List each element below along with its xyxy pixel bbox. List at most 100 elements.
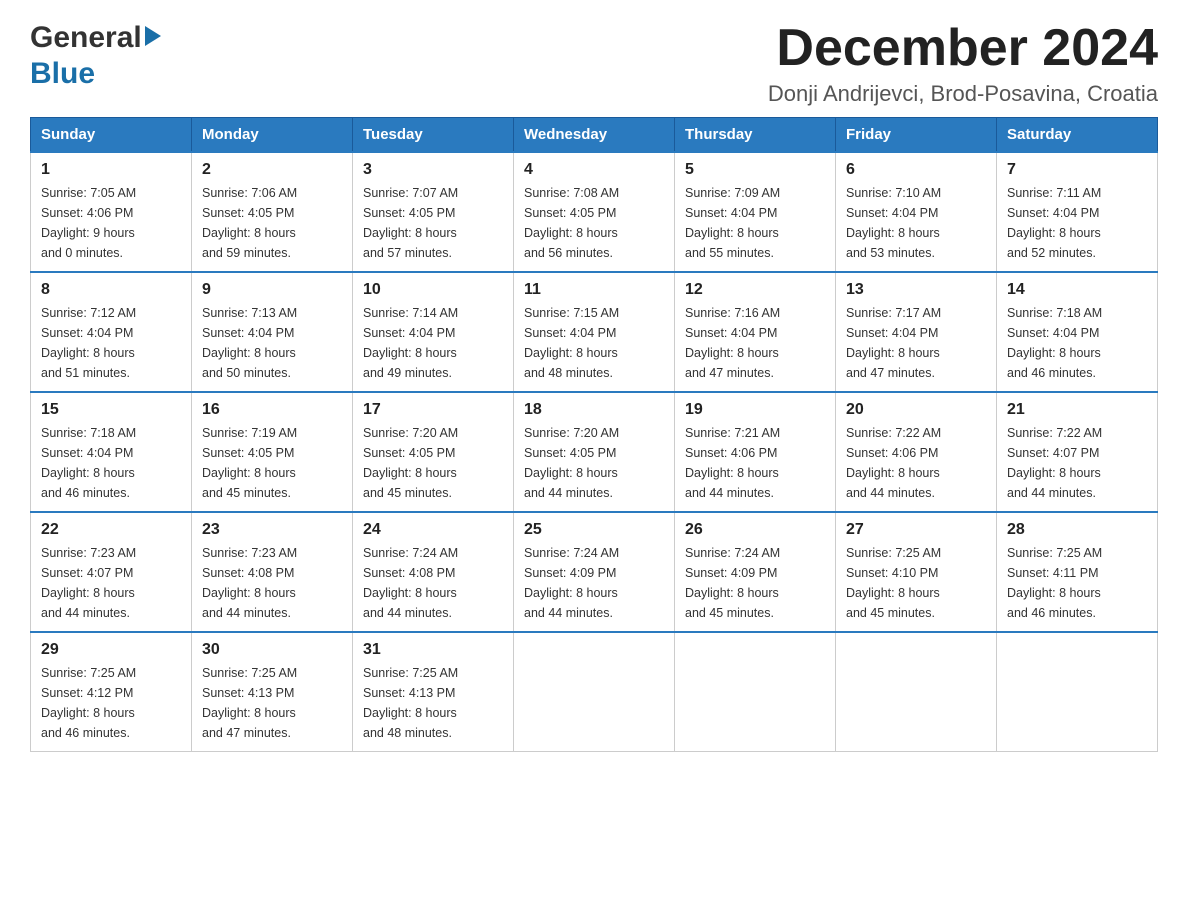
day-number: 4 bbox=[524, 161, 664, 179]
calendar-cell: 26 Sunrise: 7:24 AMSunset: 4:09 PMDaylig… bbox=[675, 512, 836, 632]
calendar-week-row: 22 Sunrise: 7:23 AMSunset: 4:07 PMDaylig… bbox=[31, 512, 1158, 632]
calendar-cell: 9 Sunrise: 7:13 AMSunset: 4:04 PMDayligh… bbox=[192, 272, 353, 392]
day-number: 17 bbox=[363, 401, 503, 419]
day-info: Sunrise: 7:20 AMSunset: 4:05 PMDaylight:… bbox=[363, 423, 503, 503]
logo-general-text: General bbox=[30, 20, 142, 56]
day-info: Sunrise: 7:23 AMSunset: 4:07 PMDaylight:… bbox=[41, 543, 181, 623]
day-number: 8 bbox=[41, 281, 181, 299]
day-info: Sunrise: 7:24 AMSunset: 4:09 PMDaylight:… bbox=[685, 543, 825, 623]
day-number: 14 bbox=[1007, 281, 1147, 299]
calendar-cell: 28 Sunrise: 7:25 AMSunset: 4:11 PMDaylig… bbox=[997, 512, 1158, 632]
calendar-cell bbox=[514, 632, 675, 752]
calendar-cell: 29 Sunrise: 7:25 AMSunset: 4:12 PMDaylig… bbox=[31, 632, 192, 752]
day-info: Sunrise: 7:17 AMSunset: 4:04 PMDaylight:… bbox=[846, 303, 986, 383]
calendar-cell: 3 Sunrise: 7:07 AMSunset: 4:05 PMDayligh… bbox=[353, 152, 514, 272]
logo: General Blue bbox=[30, 20, 161, 92]
calendar-cell: 25 Sunrise: 7:24 AMSunset: 4:09 PMDaylig… bbox=[514, 512, 675, 632]
calendar-header-row: SundayMondayTuesdayWednesdayThursdayFrid… bbox=[31, 118, 1158, 153]
day-number: 29 bbox=[41, 641, 181, 659]
day-number: 30 bbox=[202, 641, 342, 659]
calendar-cell: 30 Sunrise: 7:25 AMSunset: 4:13 PMDaylig… bbox=[192, 632, 353, 752]
calendar-cell bbox=[836, 632, 997, 752]
logo-triangle-icon bbox=[145, 26, 161, 46]
title-section: December 2024 Donji Andrijevci, Brod-Pos… bbox=[768, 20, 1158, 107]
day-info: Sunrise: 7:08 AMSunset: 4:05 PMDaylight:… bbox=[524, 183, 664, 263]
calendar-cell: 23 Sunrise: 7:23 AMSunset: 4:08 PMDaylig… bbox=[192, 512, 353, 632]
location-title: Donji Andrijevci, Brod-Posavina, Croatia bbox=[768, 81, 1158, 107]
day-info: Sunrise: 7:25 AMSunset: 4:12 PMDaylight:… bbox=[41, 663, 181, 743]
day-info: Sunrise: 7:22 AMSunset: 4:06 PMDaylight:… bbox=[846, 423, 986, 503]
logo-blue-text: Blue bbox=[30, 56, 161, 92]
day-info: Sunrise: 7:23 AMSunset: 4:08 PMDaylight:… bbox=[202, 543, 342, 623]
calendar-cell: 6 Sunrise: 7:10 AMSunset: 4:04 PMDayligh… bbox=[836, 152, 997, 272]
day-number: 5 bbox=[685, 161, 825, 179]
day-number: 19 bbox=[685, 401, 825, 419]
day-info: Sunrise: 7:18 AMSunset: 4:04 PMDaylight:… bbox=[1007, 303, 1147, 383]
month-title: December 2024 bbox=[768, 20, 1158, 77]
calendar-cell: 4 Sunrise: 7:08 AMSunset: 4:05 PMDayligh… bbox=[514, 152, 675, 272]
day-number: 18 bbox=[524, 401, 664, 419]
day-number: 9 bbox=[202, 281, 342, 299]
calendar-header-tuesday: Tuesday bbox=[353, 118, 514, 153]
day-info: Sunrise: 7:20 AMSunset: 4:05 PMDaylight:… bbox=[524, 423, 664, 503]
calendar-cell: 15 Sunrise: 7:18 AMSunset: 4:04 PMDaylig… bbox=[31, 392, 192, 512]
day-info: Sunrise: 7:11 AMSunset: 4:04 PMDaylight:… bbox=[1007, 183, 1147, 263]
calendar-cell: 27 Sunrise: 7:25 AMSunset: 4:10 PMDaylig… bbox=[836, 512, 997, 632]
calendar-cell: 18 Sunrise: 7:20 AMSunset: 4:05 PMDaylig… bbox=[514, 392, 675, 512]
day-number: 23 bbox=[202, 521, 342, 539]
calendar-week-row: 1 Sunrise: 7:05 AMSunset: 4:06 PMDayligh… bbox=[31, 152, 1158, 272]
day-info: Sunrise: 7:14 AMSunset: 4:04 PMDaylight:… bbox=[363, 303, 503, 383]
day-number: 1 bbox=[41, 161, 181, 179]
calendar-header-monday: Monday bbox=[192, 118, 353, 153]
calendar-cell bbox=[997, 632, 1158, 752]
calendar-cell: 17 Sunrise: 7:20 AMSunset: 4:05 PMDaylig… bbox=[353, 392, 514, 512]
day-info: Sunrise: 7:21 AMSunset: 4:06 PMDaylight:… bbox=[685, 423, 825, 503]
day-number: 7 bbox=[1007, 161, 1147, 179]
calendar-header-sunday: Sunday bbox=[31, 118, 192, 153]
calendar-cell: 7 Sunrise: 7:11 AMSunset: 4:04 PMDayligh… bbox=[997, 152, 1158, 272]
day-info: Sunrise: 7:19 AMSunset: 4:05 PMDaylight:… bbox=[202, 423, 342, 503]
calendar-table: SundayMondayTuesdayWednesdayThursdayFrid… bbox=[30, 117, 1158, 752]
day-number: 16 bbox=[202, 401, 342, 419]
calendar-cell: 20 Sunrise: 7:22 AMSunset: 4:06 PMDaylig… bbox=[836, 392, 997, 512]
day-info: Sunrise: 7:18 AMSunset: 4:04 PMDaylight:… bbox=[41, 423, 181, 503]
calendar-header-saturday: Saturday bbox=[997, 118, 1158, 153]
day-info: Sunrise: 7:25 AMSunset: 4:13 PMDaylight:… bbox=[363, 663, 503, 743]
calendar-cell: 8 Sunrise: 7:12 AMSunset: 4:04 PMDayligh… bbox=[31, 272, 192, 392]
day-info: Sunrise: 7:06 AMSunset: 4:05 PMDaylight:… bbox=[202, 183, 342, 263]
calendar-cell: 21 Sunrise: 7:22 AMSunset: 4:07 PMDaylig… bbox=[997, 392, 1158, 512]
calendar-cell: 31 Sunrise: 7:25 AMSunset: 4:13 PMDaylig… bbox=[353, 632, 514, 752]
day-number: 20 bbox=[846, 401, 986, 419]
calendar-cell: 5 Sunrise: 7:09 AMSunset: 4:04 PMDayligh… bbox=[675, 152, 836, 272]
calendar-cell: 19 Sunrise: 7:21 AMSunset: 4:06 PMDaylig… bbox=[675, 392, 836, 512]
day-info: Sunrise: 7:13 AMSunset: 4:04 PMDaylight:… bbox=[202, 303, 342, 383]
day-number: 2 bbox=[202, 161, 342, 179]
day-number: 21 bbox=[1007, 401, 1147, 419]
day-info: Sunrise: 7:12 AMSunset: 4:04 PMDaylight:… bbox=[41, 303, 181, 383]
day-number: 22 bbox=[41, 521, 181, 539]
day-info: Sunrise: 7:22 AMSunset: 4:07 PMDaylight:… bbox=[1007, 423, 1147, 503]
day-number: 27 bbox=[846, 521, 986, 539]
day-number: 24 bbox=[363, 521, 503, 539]
calendar-cell: 22 Sunrise: 7:23 AMSunset: 4:07 PMDaylig… bbox=[31, 512, 192, 632]
day-number: 13 bbox=[846, 281, 986, 299]
calendar-cell: 10 Sunrise: 7:14 AMSunset: 4:04 PMDaylig… bbox=[353, 272, 514, 392]
day-info: Sunrise: 7:25 AMSunset: 4:13 PMDaylight:… bbox=[202, 663, 342, 743]
day-number: 12 bbox=[685, 281, 825, 299]
day-number: 10 bbox=[363, 281, 503, 299]
day-number: 31 bbox=[363, 641, 503, 659]
calendar-cell: 13 Sunrise: 7:17 AMSunset: 4:04 PMDaylig… bbox=[836, 272, 997, 392]
calendar-cell: 2 Sunrise: 7:06 AMSunset: 4:05 PMDayligh… bbox=[192, 152, 353, 272]
day-info: Sunrise: 7:25 AMSunset: 4:11 PMDaylight:… bbox=[1007, 543, 1147, 623]
day-info: Sunrise: 7:24 AMSunset: 4:09 PMDaylight:… bbox=[524, 543, 664, 623]
day-info: Sunrise: 7:25 AMSunset: 4:10 PMDaylight:… bbox=[846, 543, 986, 623]
day-info: Sunrise: 7:05 AMSunset: 4:06 PMDaylight:… bbox=[41, 183, 181, 263]
day-info: Sunrise: 7:07 AMSunset: 4:05 PMDaylight:… bbox=[363, 183, 503, 263]
day-number: 6 bbox=[846, 161, 986, 179]
calendar-cell: 12 Sunrise: 7:16 AMSunset: 4:04 PMDaylig… bbox=[675, 272, 836, 392]
day-number: 15 bbox=[41, 401, 181, 419]
calendar-cell: 14 Sunrise: 7:18 AMSunset: 4:04 PMDaylig… bbox=[997, 272, 1158, 392]
calendar-header-thursday: Thursday bbox=[675, 118, 836, 153]
calendar-cell: 16 Sunrise: 7:19 AMSunset: 4:05 PMDaylig… bbox=[192, 392, 353, 512]
day-number: 3 bbox=[363, 161, 503, 179]
